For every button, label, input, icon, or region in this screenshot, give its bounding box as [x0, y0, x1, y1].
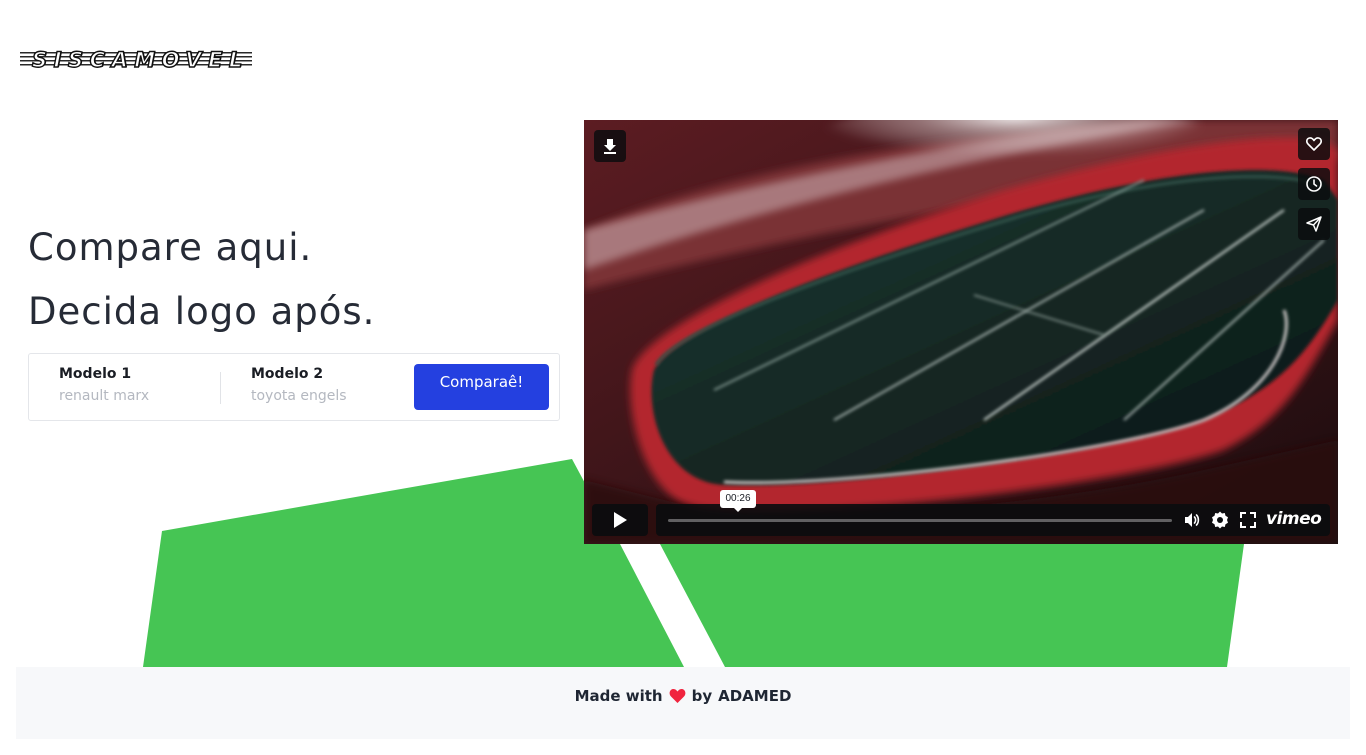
site-logo[interactable]: SISCAMOVEL: [20, 47, 252, 73]
video-controls: 00:26 vimeo: [592, 490, 1330, 536]
model2-field: Modelo 2: [251, 366, 411, 404]
model1-label: Modelo 1: [59, 366, 132, 382]
progress-bar[interactable]: [668, 519, 1172, 522]
footer-by: by: [691, 687, 713, 705]
model1-input[interactable]: [59, 388, 209, 404]
share-button[interactable]: [1298, 208, 1330, 240]
play-button[interactable]: [592, 504, 648, 536]
model2-label: Modelo 2: [251, 366, 324, 382]
paper-plane-icon: [1306, 216, 1322, 232]
model2-input[interactable]: [251, 388, 401, 404]
settings-button[interactable]: [1210, 510, 1230, 530]
control-bar: 00:26 vimeo: [656, 490, 1330, 536]
hero-headline-line1: Compare aqui.: [28, 226, 313, 269]
hover-time-tooltip: 00:26: [720, 490, 756, 512]
download-button[interactable]: [594, 130, 626, 162]
volume-icon: [1185, 513, 1200, 527]
play-icon: [614, 512, 627, 528]
watch-later-button[interactable]: [1298, 168, 1330, 200]
footer-made-with: Made with: [574, 687, 663, 705]
footer-credit: Made with by ADAMED: [575, 686, 792, 706]
heart-icon: [669, 688, 685, 703]
model1-field: Modelo 1: [59, 366, 219, 404]
compare-button[interactable]: Comparaê!: [414, 364, 549, 410]
hero-headline-line2: Decida logo após.: [28, 290, 376, 333]
logo-text: SISCAMOVEL: [31, 47, 249, 72]
heart-outline-icon: [1306, 137, 1322, 151]
footer: Made with by ADAMED: [16, 667, 1350, 739]
fullscreen-icon: [1240, 512, 1256, 528]
like-button[interactable]: [1298, 128, 1330, 160]
compare-form: Modelo 1 Modelo 2 Comparaê!: [28, 353, 560, 421]
video-frame: [584, 120, 1338, 544]
volume-button[interactable]: [1182, 510, 1202, 530]
video-player[interactable]: 00:26 vimeo: [584, 120, 1338, 544]
footer-author: ADAMED: [718, 687, 792, 705]
gear-icon: [1212, 511, 1228, 529]
field-divider: [220, 372, 221, 404]
clock-icon: [1306, 176, 1322, 192]
download-icon: [604, 139, 616, 154]
fullscreen-button[interactable]: [1238, 510, 1258, 530]
vimeo-logo[interactable]: vimeo: [1266, 509, 1322, 529]
